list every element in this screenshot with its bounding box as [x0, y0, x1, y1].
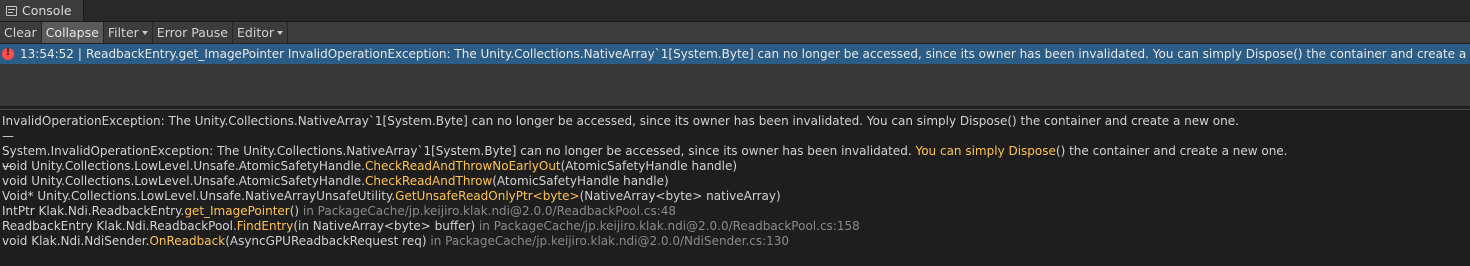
- stack-trace-line: ReadbackEntry Klak.Ndi.ReadbackPool.Find…: [2, 219, 1470, 234]
- tab-bar: Console: [0, 0, 1470, 22]
- filter-label: Filter: [107, 25, 139, 40]
- stack-file-path[interactable]: in PackageCache/jp.keijiro.klak.ndi@2.0.…: [475, 219, 860, 233]
- stack-method-link[interactable]: OnReadback: [149, 234, 225, 248]
- stack-text: (): [289, 204, 300, 218]
- stack-method-link[interactable]: CheckReadAndThrow: [365, 174, 492, 188]
- log-entry-message: ReadbackEntry.get_ImagePointer InvalidOp…: [85, 47, 1470, 61]
- stack-method-link[interactable]: GetUnsafeReadOnlyPtr<byte>: [395, 189, 579, 203]
- console-toolbar: Clear Collapse Filter Error Pause Editor: [0, 22, 1470, 44]
- log-entry-row[interactable]: 13:54:52 | ReadbackEntry.get_ImagePointe…: [0, 44, 1470, 64]
- error-icon: [2, 47, 14, 60]
- log-entry-time: 13:54:52: [20, 47, 74, 61]
- stack-text: (NativeArray<byte> nativeArray): [579, 189, 781, 203]
- editor-label: Editor: [237, 25, 275, 40]
- stack-text: Void* Unity.Collections.LowLevel.Unsafe.…: [2, 189, 396, 203]
- filter-dropdown[interactable]: Filter: [104, 22, 153, 43]
- stack-file-path[interactable]: in PackageCache/jp.keijiro.klak.ndi@2.0.…: [299, 204, 676, 218]
- log-list: 13:54:52 | ReadbackEntry.get_ImagePointe…: [0, 44, 1470, 106]
- stack-text: void Klak.Ndi.NdiSender.: [2, 234, 150, 248]
- stack-text: (AtomicSafetyHandle handle): [492, 174, 669, 188]
- stack-method-link[interactable]: You can simply Dispose: [915, 144, 1055, 158]
- stack-text: ReadbackEntry Klak.Ndi.ReadbackPool.: [2, 219, 237, 233]
- stack-text: IntPtr Klak.Ndi.ReadbackEntry.: [2, 204, 185, 218]
- stack-text: (in NativeArray<byte> buffer): [293, 219, 476, 233]
- console-icon: [6, 5, 17, 16]
- tab-console[interactable]: Console: [0, 0, 84, 21]
- editor-dropdown[interactable]: Editor: [233, 22, 289, 43]
- stack-text: (AsyncGPUReadbackRequest req): [225, 234, 427, 248]
- stack-file-path[interactable]: in PackageCache/jp.keijiro.klak.ndi@2.0.…: [427, 234, 789, 248]
- chevron-down-icon: [141, 30, 148, 35]
- stack-method-link[interactable]: get_ImagePointer: [184, 204, 289, 218]
- stack-method-link[interactable]: CheckReadAndThrowNoEarlyOut: [365, 159, 561, 173]
- tab-console-label: Console: [22, 3, 72, 18]
- chevron-down-icon: [277, 30, 284, 35]
- detail-separator: —: [2, 129, 14, 143]
- stack-trace-line: Void* Unity.Collections.LowLevel.Unsafe.…: [2, 189, 1470, 204]
- clear-button[interactable]: Clear: [0, 22, 42, 43]
- stack-trace-line: IntPtr Klak.Ndi.ReadbackEntry.get_ImageP…: [2, 204, 1470, 219]
- stack-trace: System.InvalidOperationException: The Un…: [2, 144, 1470, 248]
- stack-text: void Unity.Collections.LowLevel.Unsafe.A…: [2, 159, 365, 173]
- stack-text: (AtomicSafetyHandle handle): [560, 159, 738, 173]
- stack-text: void Unity.Collections.LowLevel.Unsafe.A…: [2, 174, 365, 188]
- stack-text: () the container and create a new one.: [1055, 144, 1288, 158]
- error-pause-toggle[interactable]: Error Pause: [153, 22, 234, 43]
- log-entry-separator: |: [77, 47, 82, 61]
- stack-trace-line: void Unity.Collections.LowLevel.Unsafe.A…: [2, 174, 1470, 189]
- stack-trace-line: void Klak.Ndi.NdiSender.OnReadback(Async…: [2, 234, 1470, 249]
- detail-summary: InvalidOperationException: The Unity.Col…: [2, 114, 1239, 128]
- log-detail-panel: InvalidOperationException: The Unity.Col…: [0, 110, 1470, 248]
- collapse-toggle[interactable]: Collapse: [41, 22, 104, 43]
- stack-method-link[interactable]: FindEntry: [237, 219, 294, 233]
- stack-trace-line: System.InvalidOperationException: The Un…: [2, 144, 1470, 159]
- stack-text: System.InvalidOperationException: The Un…: [2, 144, 916, 158]
